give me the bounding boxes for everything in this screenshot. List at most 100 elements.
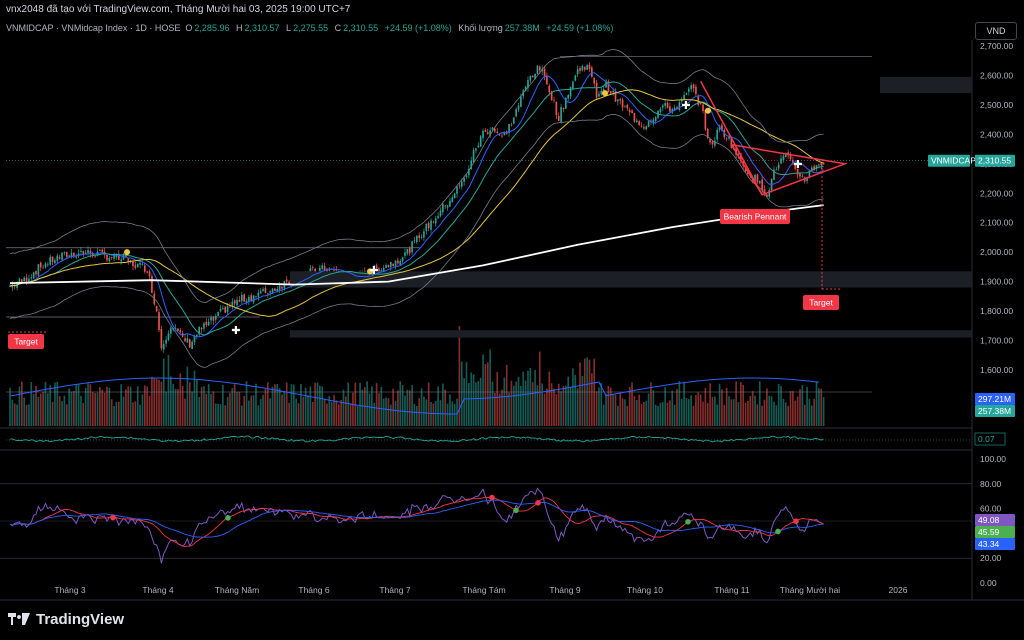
candle-body <box>51 256 54 262</box>
candle-body <box>529 75 532 81</box>
candle-body <box>725 138 728 140</box>
volume-bar <box>569 387 572 426</box>
volume-bar <box>304 387 307 426</box>
volume-bar <box>595 391 598 426</box>
volume-bar <box>214 403 217 426</box>
candle-body <box>269 291 272 293</box>
candle-body <box>687 88 690 92</box>
chart-canvas[interactable]: 2,700.002,600.002,500.002,400.002,300.00… <box>0 0 1024 640</box>
volume-bar <box>482 354 484 426</box>
price-tick-label: 2,400.00 <box>980 129 1013 139</box>
volume-bar <box>257 405 260 426</box>
volume-bar <box>411 385 413 426</box>
volume-bar <box>23 397 26 426</box>
candle-body <box>99 250 101 252</box>
candle-body <box>598 93 600 97</box>
candle-body <box>82 251 85 254</box>
volume-bar <box>541 383 544 426</box>
price-tick-label: 2,500.00 <box>980 100 1013 110</box>
brand-name: TradingView <box>36 611 125 628</box>
volume-bar <box>330 401 333 426</box>
volume-bar <box>695 395 697 426</box>
candle-body <box>233 300 236 304</box>
candle-body <box>44 263 47 268</box>
volume-bar <box>631 382 633 426</box>
volume-bar <box>784 402 787 426</box>
volume-bar <box>501 389 503 426</box>
candle-body <box>477 145 480 148</box>
volume-bar <box>548 371 551 426</box>
volume-bar <box>437 386 439 426</box>
volume-bar <box>382 398 385 426</box>
candle-body <box>699 103 702 104</box>
volume-bar <box>803 404 806 426</box>
candle-body <box>664 103 666 106</box>
candle-body <box>491 127 494 130</box>
volume-bar <box>233 384 236 426</box>
volume-bar <box>423 396 425 426</box>
volume-bar <box>546 388 548 426</box>
candle-body <box>184 338 186 342</box>
volume-bar <box>517 376 520 426</box>
candle-body <box>437 216 439 219</box>
candle-body <box>406 248 409 254</box>
volume-bar <box>217 403 219 426</box>
candle-body <box>170 327 172 334</box>
volume-bar <box>773 401 775 426</box>
volume-bar <box>475 382 477 426</box>
volume-bar <box>110 399 113 426</box>
volume-bar <box>477 381 480 426</box>
candle-body <box>427 223 430 229</box>
volume-bar <box>392 388 394 426</box>
volume-bar <box>345 396 347 426</box>
signal-dot <box>124 249 130 256</box>
time-tick-label: Tháng 11 <box>714 585 750 595</box>
rsi-tick-label: 60.00 <box>980 504 1002 514</box>
volume-badge: 257.38M <box>978 406 1011 416</box>
volume-bar <box>626 405 629 426</box>
volume-bar <box>401 385 404 426</box>
volume-bar <box>210 393 212 426</box>
volume-bar <box>32 393 35 426</box>
candle-body <box>472 150 475 163</box>
volume-bar <box>259 399 262 426</box>
candle-body <box>136 263 139 268</box>
tradingview-logo-icon <box>8 612 30 629</box>
volume-bar <box>399 381 402 426</box>
volume-bar <box>503 377 506 426</box>
candle-body <box>479 136 482 147</box>
volume-bar <box>42 391 44 426</box>
candle-body <box>654 117 657 121</box>
volume-bar <box>572 368 574 426</box>
volume-bar <box>143 385 146 426</box>
volume-bar <box>567 376 570 426</box>
volume-bar <box>61 401 63 426</box>
time-tick-label: Tháng 9 <box>549 585 580 595</box>
target-label: Target <box>809 298 833 308</box>
volume-bar <box>659 402 662 426</box>
signal-dot <box>602 90 608 97</box>
volume-bar <box>406 389 409 426</box>
volume-bar <box>108 387 111 426</box>
volume-bar <box>302 396 305 426</box>
candle-body <box>113 255 115 259</box>
volume-bar <box>238 391 241 426</box>
volume-bar <box>91 392 94 426</box>
volume-bar <box>813 398 816 426</box>
candle-body <box>444 205 447 207</box>
candle-body <box>510 124 513 126</box>
candle-body <box>63 252 66 254</box>
volume-bar <box>418 398 421 426</box>
volume-bar <box>113 405 115 426</box>
candle-body <box>281 287 283 289</box>
candle-body <box>162 344 165 350</box>
candle-body <box>205 321 208 326</box>
candle-body <box>56 255 59 261</box>
volume-bar <box>212 391 215 426</box>
candle-body <box>572 81 574 89</box>
candle-body <box>207 321 210 326</box>
candle-body <box>248 296 250 302</box>
candle-body <box>134 265 137 268</box>
volume-bar <box>240 405 243 426</box>
target-label: Target <box>14 337 38 347</box>
